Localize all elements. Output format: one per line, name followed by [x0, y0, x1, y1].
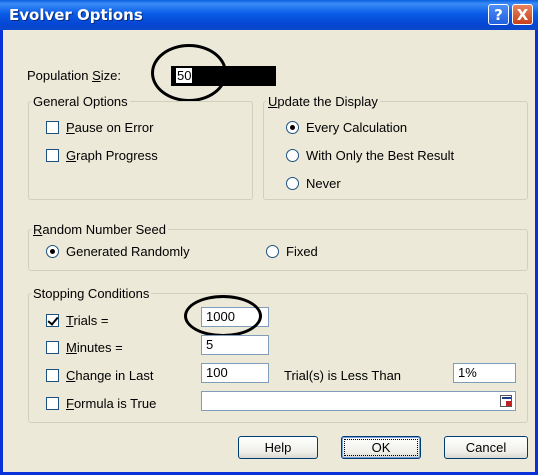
title-bar[interactable]: Evolver Options ? X — [0, 0, 538, 30]
generated-randomly-label[interactable]: Generated Randomly — [66, 244, 190, 259]
ok-button[interactable]: OK — [341, 436, 421, 459]
pause-on-error-label[interactable]: Pause on Error — [66, 120, 153, 135]
formula-is-true-checkbox[interactable] — [46, 397, 59, 410]
stopping-conditions-legend: Stopping Conditions — [31, 286, 152, 301]
range-picker-icon[interactable] — [500, 395, 512, 407]
update-display-legend: Update the Display — [266, 94, 380, 109]
percent-input[interactable]: 1% — [453, 363, 516, 383]
generated-randomly-radio[interactable] — [46, 245, 59, 258]
general-options-legend: General Options — [31, 94, 130, 109]
change-in-last-input[interactable]: 100 — [201, 363, 269, 383]
trials-less-than-label: Trial(s) is Less Than — [284, 368, 402, 383]
best-result-label[interactable]: With Only the Best Result — [306, 148, 454, 163]
change-in-last-label[interactable]: Change in Last — [66, 368, 153, 383]
best-result-radio[interactable] — [286, 149, 299, 162]
never-radio[interactable] — [286, 177, 299, 190]
every-calculation-radio[interactable] — [286, 121, 299, 134]
window-title: Evolver Options — [9, 6, 143, 24]
fixed-seed-radio[interactable] — [266, 245, 279, 258]
population-size-label: Population Size: — [27, 68, 121, 83]
trials-checkbox[interactable] — [46, 314, 59, 327]
minutes-input[interactable]: 5 — [201, 335, 269, 355]
population-size-input[interactable]: 50 — [171, 66, 276, 86]
help-question-icon[interactable]: ? — [488, 4, 509, 25]
random-seed-legend: Random Number Seed — [31, 222, 168, 237]
fixed-seed-label[interactable]: Fixed — [286, 244, 318, 259]
pause-on-error-checkbox[interactable] — [46, 121, 59, 134]
formula-input[interactable] — [201, 391, 516, 411]
trials-label[interactable]: Trials = — [66, 313, 109, 328]
trials-input[interactable]: 1000 — [201, 307, 269, 327]
every-calculation-label[interactable]: Every Calculation — [306, 120, 407, 135]
minutes-label[interactable]: Minutes = — [66, 340, 123, 355]
graph-progress-label[interactable]: Graph Progress — [66, 148, 158, 163]
cancel-button[interactable]: Cancel — [444, 436, 528, 459]
help-button[interactable]: Help — [238, 436, 318, 459]
close-icon[interactable]: X — [512, 4, 533, 25]
formula-is-true-label[interactable]: Formula is True — [66, 396, 156, 411]
change-in-last-checkbox[interactable] — [46, 369, 59, 382]
graph-progress-checkbox[interactable] — [46, 149, 59, 162]
never-label[interactable]: Never — [306, 176, 341, 191]
minutes-checkbox[interactable] — [46, 341, 59, 354]
evolver-options-dialog: Evolver Options ? X Population Size: 50 … — [0, 0, 538, 475]
